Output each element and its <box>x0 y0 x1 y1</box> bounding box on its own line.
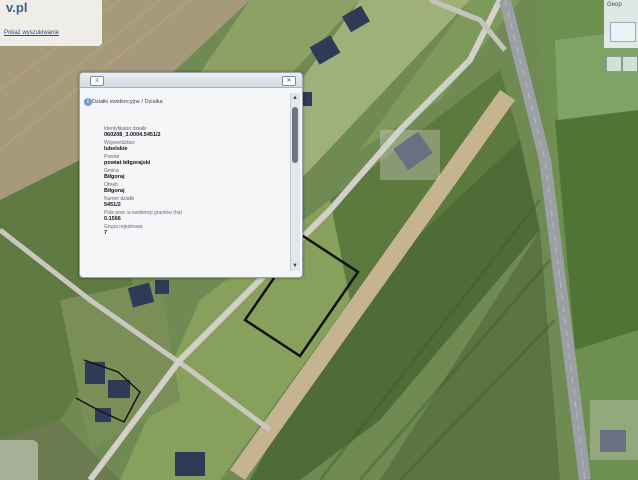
site-logo[interactable]: v.pl Pokaż wyszukiwanie <box>0 0 102 46</box>
popup-titlebar[interactable]: ≡ ✕ <box>80 73 302 88</box>
attr-row: Numer działki 5451/2 <box>104 196 288 209</box>
scroll-up-icon[interactable]: ▲ <box>292 95 298 101</box>
popup-content: i Działki ewidencyjne / Działka Identyfi… <box>84 93 288 273</box>
attr-row: Powiat powiat biłgorajski <box>104 154 288 167</box>
attribute-list: Identyfikator działki 060208_3.0004.5451/… <box>104 125 288 237</box>
attr-value: 0.1566 <box>104 216 121 222</box>
brand-name: v.pl <box>6 0 28 15</box>
popup-menu-icon[interactable]: ≡ <box>90 76 104 86</box>
attr-row: Grupa rejestrowa 7 <box>104 224 288 237</box>
attr-row: Gmina Biłgoraj <box>104 168 288 181</box>
tool-button-2[interactable] <box>622 56 638 72</box>
attr-row: Pole pow. w ewidencji gruntów (ha) 0.1566 <box>104 210 288 223</box>
attr-value: powiat biłgorajski <box>104 160 151 166</box>
attr-value: lubelskie <box>104 146 128 152</box>
scroll-down-icon[interactable]: ▼ <box>292 263 298 269</box>
tool-button-1[interactable] <box>606 56 622 72</box>
info-icon: i <box>84 98 92 106</box>
layers-icon[interactable] <box>610 22 636 42</box>
attr-value: 060208_3.0004.5451/2 <box>104 132 161 138</box>
identify-popup: ≡ ✕ i Działki ewidencyjne / Działka Iden… <box>79 72 303 278</box>
attr-value: Biłgoraj <box>104 188 125 194</box>
attribution <box>0 440 38 480</box>
show-search-link[interactable]: Pokaż wyszukiwanie <box>4 30 59 36</box>
attr-row: Identyfikator działki 060208_3.0004.5451/… <box>104 126 288 139</box>
attr-value: 7 <box>104 230 108 236</box>
popup-header: Działki ewidencyjne / Działka <box>92 99 163 105</box>
attr-value: Biłgoraj <box>104 174 125 180</box>
scrollbar-thumb[interactable] <box>292 107 298 163</box>
close-icon[interactable]: ✕ <box>282 76 296 86</box>
attr-row: Obręb Biłgoraj <box>104 182 288 195</box>
attr-row: Województwo lubelskie <box>104 140 288 153</box>
popup-scrollbar[interactable]: ▲ ▼ <box>290 93 300 271</box>
attr-value: 5451/2 <box>104 202 121 208</box>
layers-panel[interactable]: Geop <box>604 0 638 48</box>
layers-label: Geop <box>607 2 622 8</box>
